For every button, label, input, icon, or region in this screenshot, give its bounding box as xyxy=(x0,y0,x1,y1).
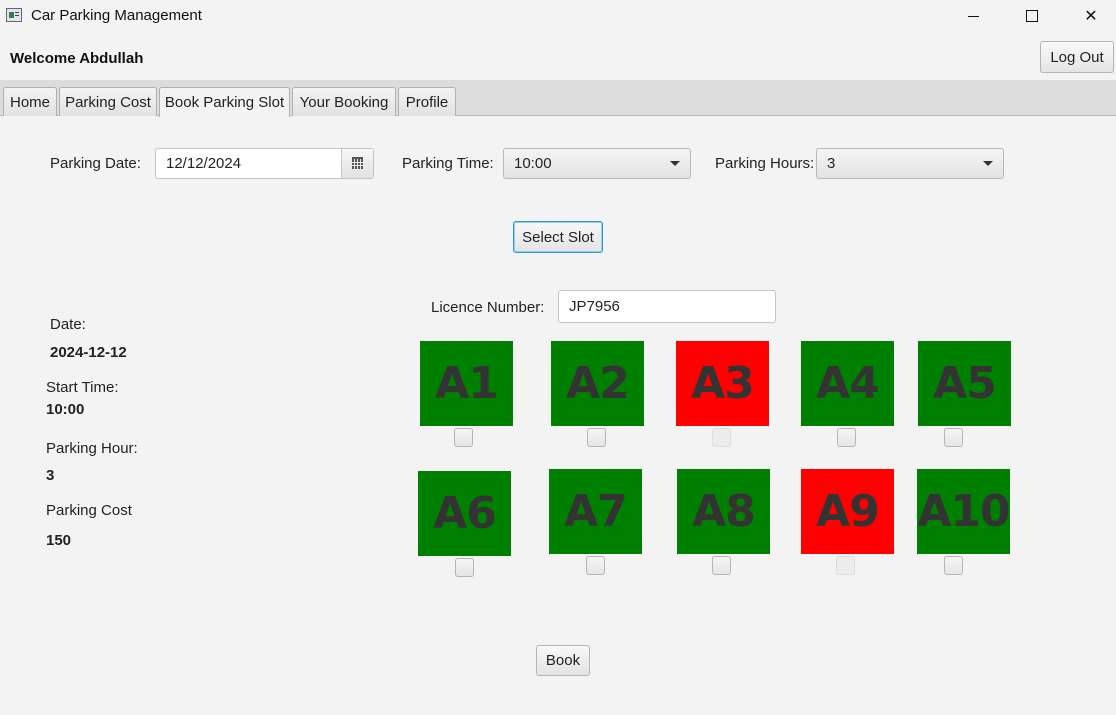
slot-a10-checkbox[interactable] xyxy=(944,556,963,575)
parking-time-value: 10:00 xyxy=(514,155,552,172)
parking-time-label: Parking Time: xyxy=(402,155,494,172)
slot-a8: A8 xyxy=(677,469,770,554)
slot-a9: A9 xyxy=(801,469,894,554)
select-slot-button[interactable]: Select Slot xyxy=(513,221,603,253)
tab-home[interactable]: Home xyxy=(3,87,57,116)
slot-a8-checkbox[interactable] xyxy=(712,556,731,575)
calendar-button[interactable] xyxy=(341,149,373,178)
parking-hours-value: 3 xyxy=(827,155,836,172)
logout-button[interactable]: Log Out xyxy=(1040,41,1114,73)
minimize-button[interactable] xyxy=(950,0,996,32)
summary-start-label: Start Time: xyxy=(46,379,119,396)
slot-a5: A5 xyxy=(918,341,1011,426)
app-icon xyxy=(6,8,22,22)
tab-book-parking-slot[interactable]: Book Parking Slot xyxy=(159,87,290,117)
close-button[interactable]: ✕ xyxy=(1068,0,1114,32)
maximize-button[interactable] xyxy=(1009,0,1055,32)
summary-start-value: 10:00 xyxy=(46,401,85,418)
slot-a6: A6 xyxy=(418,471,511,556)
welcome-text: Welcome Abdullah xyxy=(10,50,144,67)
slot-a2: A2 xyxy=(551,341,644,426)
slot-a1: A1 xyxy=(420,341,513,426)
chevron-down-icon xyxy=(983,161,993,166)
parking-date-value: 12/12/2024 xyxy=(166,155,242,172)
slot-a7-checkbox[interactable] xyxy=(586,556,605,575)
tab-parking-cost[interactable]: Parking Cost xyxy=(59,87,157,116)
summary-date-label: Date: xyxy=(50,316,86,333)
licence-number-label: Licence Number: xyxy=(431,299,545,316)
title-bar: Car Parking Management ✕ xyxy=(0,0,1116,32)
summary-hour-value: 3 xyxy=(46,467,55,484)
parking-time-select[interactable]: 10:00 xyxy=(503,148,691,179)
slot-a6-checkbox[interactable] xyxy=(455,558,474,577)
licence-number-input[interactable] xyxy=(558,290,776,323)
calendar-icon xyxy=(352,156,363,169)
slot-a5-checkbox[interactable] xyxy=(944,428,963,447)
tab-your-booking[interactable]: Your Booking xyxy=(292,87,396,116)
parking-date-picker[interactable]: 12/12/2024 xyxy=(155,148,374,179)
summary-hour-label: Parking Hour: xyxy=(46,440,138,457)
slot-a4-checkbox[interactable] xyxy=(837,428,856,447)
window-title: Car Parking Management xyxy=(31,7,202,24)
close-icon: ✕ xyxy=(1084,8,1098,25)
tab-bar: Home Parking Cost Book Parking Slot Your… xyxy=(0,80,1116,117)
parking-date-label: Parking Date: xyxy=(50,155,141,172)
slot-a9-checkbox xyxy=(836,556,855,575)
slot-a3-checkbox xyxy=(712,428,731,447)
parking-hours-select[interactable]: 3 xyxy=(816,148,1004,179)
slot-a10: A10 xyxy=(917,469,1011,554)
slot-a2-checkbox[interactable] xyxy=(587,428,606,447)
minimize-icon xyxy=(967,15,979,17)
header-bar: Welcome Abdullah Log Out xyxy=(0,32,1116,80)
maximize-icon xyxy=(1026,10,1038,22)
slot-a1-checkbox[interactable] xyxy=(454,428,473,447)
book-button[interactable]: Book xyxy=(536,645,590,676)
slot-a7: A7 xyxy=(549,469,642,554)
summary-cost-label: Parking Cost xyxy=(46,502,132,519)
chevron-down-icon xyxy=(670,161,680,166)
parking-hours-label: Parking Hours: xyxy=(715,155,815,172)
summary-date-value: 2024-12-12 xyxy=(50,344,127,361)
slot-a3: A3 xyxy=(676,341,769,426)
tab-profile[interactable]: Profile xyxy=(398,87,456,116)
summary-cost-value: 150 xyxy=(46,532,72,549)
slot-a4: A4 xyxy=(801,341,894,426)
